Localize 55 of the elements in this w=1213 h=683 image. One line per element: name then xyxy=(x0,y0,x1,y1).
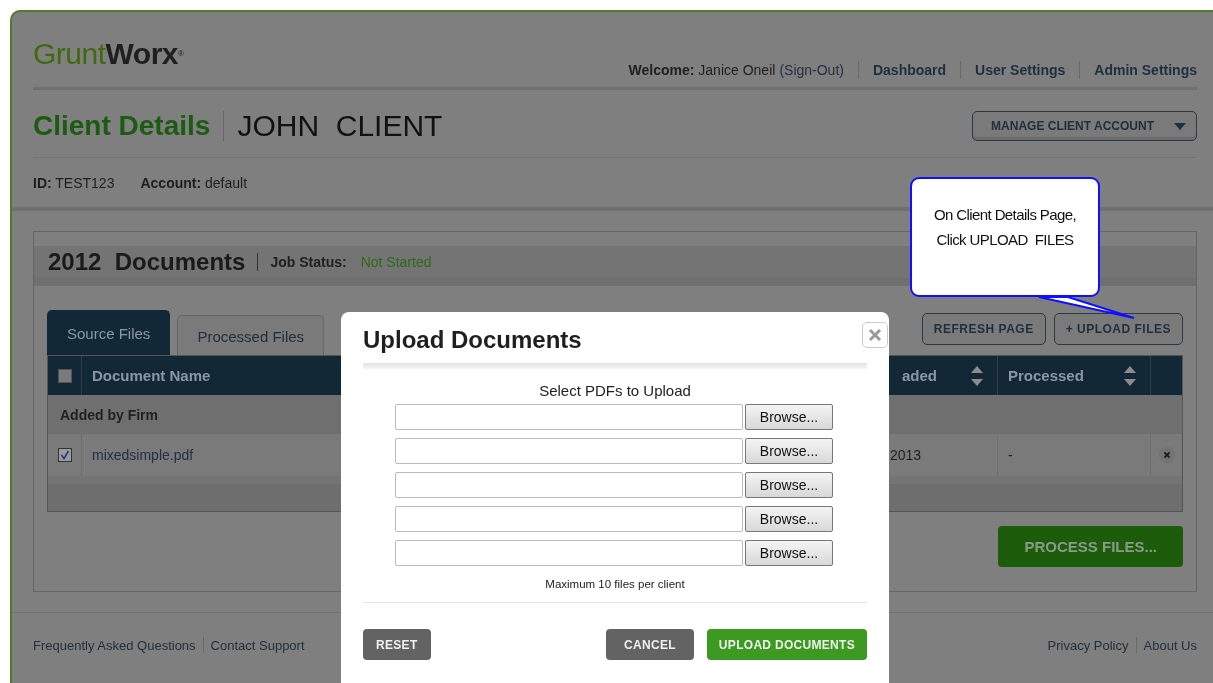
welcome-text: Welcome: Janice Oneil xyxy=(628,62,776,78)
sign-out-link[interactable]: (Sign-Out) xyxy=(779,62,844,78)
row-checkbox[interactable] xyxy=(57,448,72,462)
sort-icon[interactable] xyxy=(971,365,983,386)
file-name-link[interactable]: mixedsimple.pdf xyxy=(92,447,194,463)
nav-link[interactable]: User Settings xyxy=(975,62,1066,78)
close-icon[interactable] xyxy=(862,322,888,348)
info-field: ID: TEST123 xyxy=(33,175,115,191)
group-label: Added by Firm xyxy=(60,406,158,423)
nav-link[interactable]: Admin Settings xyxy=(1094,62,1197,78)
callout-text: Click UPLOAD FILES xyxy=(936,230,1074,250)
table-cell: - xyxy=(1008,447,1013,463)
callout-text: On Client Details Page, xyxy=(933,205,1077,225)
dialog-button[interactable]: RESET xyxy=(363,629,431,660)
column-header[interactable]: aded xyxy=(902,367,937,384)
browse-button[interactable]: Browse... xyxy=(745,404,833,430)
delete-icon[interactable] xyxy=(1158,447,1175,463)
table-cell: 2013 xyxy=(890,447,922,463)
job-status-label: Job Status: xyxy=(270,254,347,270)
browse-button[interactable]: Browse... xyxy=(745,438,833,464)
column-header[interactable]: Processed xyxy=(1008,367,1084,384)
file-path-field[interactable] xyxy=(395,506,743,532)
documents-title: 2012 Documents xyxy=(48,248,246,276)
footer-link[interactable]: Contact Support xyxy=(210,637,305,653)
select-all-checkbox[interactable] xyxy=(57,368,72,383)
caret-icon xyxy=(1174,122,1186,130)
browse-button[interactable]: Browse... xyxy=(745,540,833,566)
process-files-button[interactable]: PROCESS FILES... xyxy=(998,526,1183,567)
dialog-button[interactable]: CANCEL xyxy=(606,629,694,660)
footer-link[interactable]: Privacy Policy xyxy=(1047,637,1129,653)
browse-button[interactable]: Browse... xyxy=(745,506,833,532)
action-button[interactable]: REFRESH PAGE xyxy=(921,313,1046,345)
browse-button[interactable]: Browse... xyxy=(745,472,833,498)
manage-account-button[interactable]: MANAGE CLIENT ACCOUNT xyxy=(972,111,1197,141)
action-button[interactable]: + UPLOAD FILES xyxy=(1053,313,1183,345)
dialog-title: Upload Documents xyxy=(363,326,582,354)
info-field: Account: default xyxy=(140,175,248,191)
dialog-button[interactable]: UPLOAD DOCUMENTS xyxy=(706,629,867,660)
footer-link[interactable]: About Us xyxy=(1143,637,1197,653)
client-name: JOHN CLIENT xyxy=(237,109,443,143)
column-header[interactable]: Document Name xyxy=(92,367,211,384)
tab[interactable]: Source Files xyxy=(47,310,171,355)
file-path-field[interactable] xyxy=(395,404,743,430)
limit-note: Maximum 10 files per client xyxy=(544,578,686,590)
page-title: Client Details xyxy=(33,110,211,142)
tab[interactable]: Processed Files xyxy=(177,315,325,355)
file-path-field[interactable] xyxy=(395,540,743,566)
job-status: Not Started xyxy=(360,254,432,270)
sort-icon[interactable] xyxy=(1124,365,1136,386)
footer-link[interactable]: Frequently Asked Questions xyxy=(33,637,196,653)
logo[interactable]: GruntWorx$^{®}$ xyxy=(33,37,184,71)
nav-link[interactable]: Dashboard xyxy=(872,62,947,78)
instruction-text: Select PDFs to Upload xyxy=(538,382,692,399)
file-path-field[interactable] xyxy=(395,472,743,498)
file-path-field[interactable] xyxy=(395,438,743,464)
